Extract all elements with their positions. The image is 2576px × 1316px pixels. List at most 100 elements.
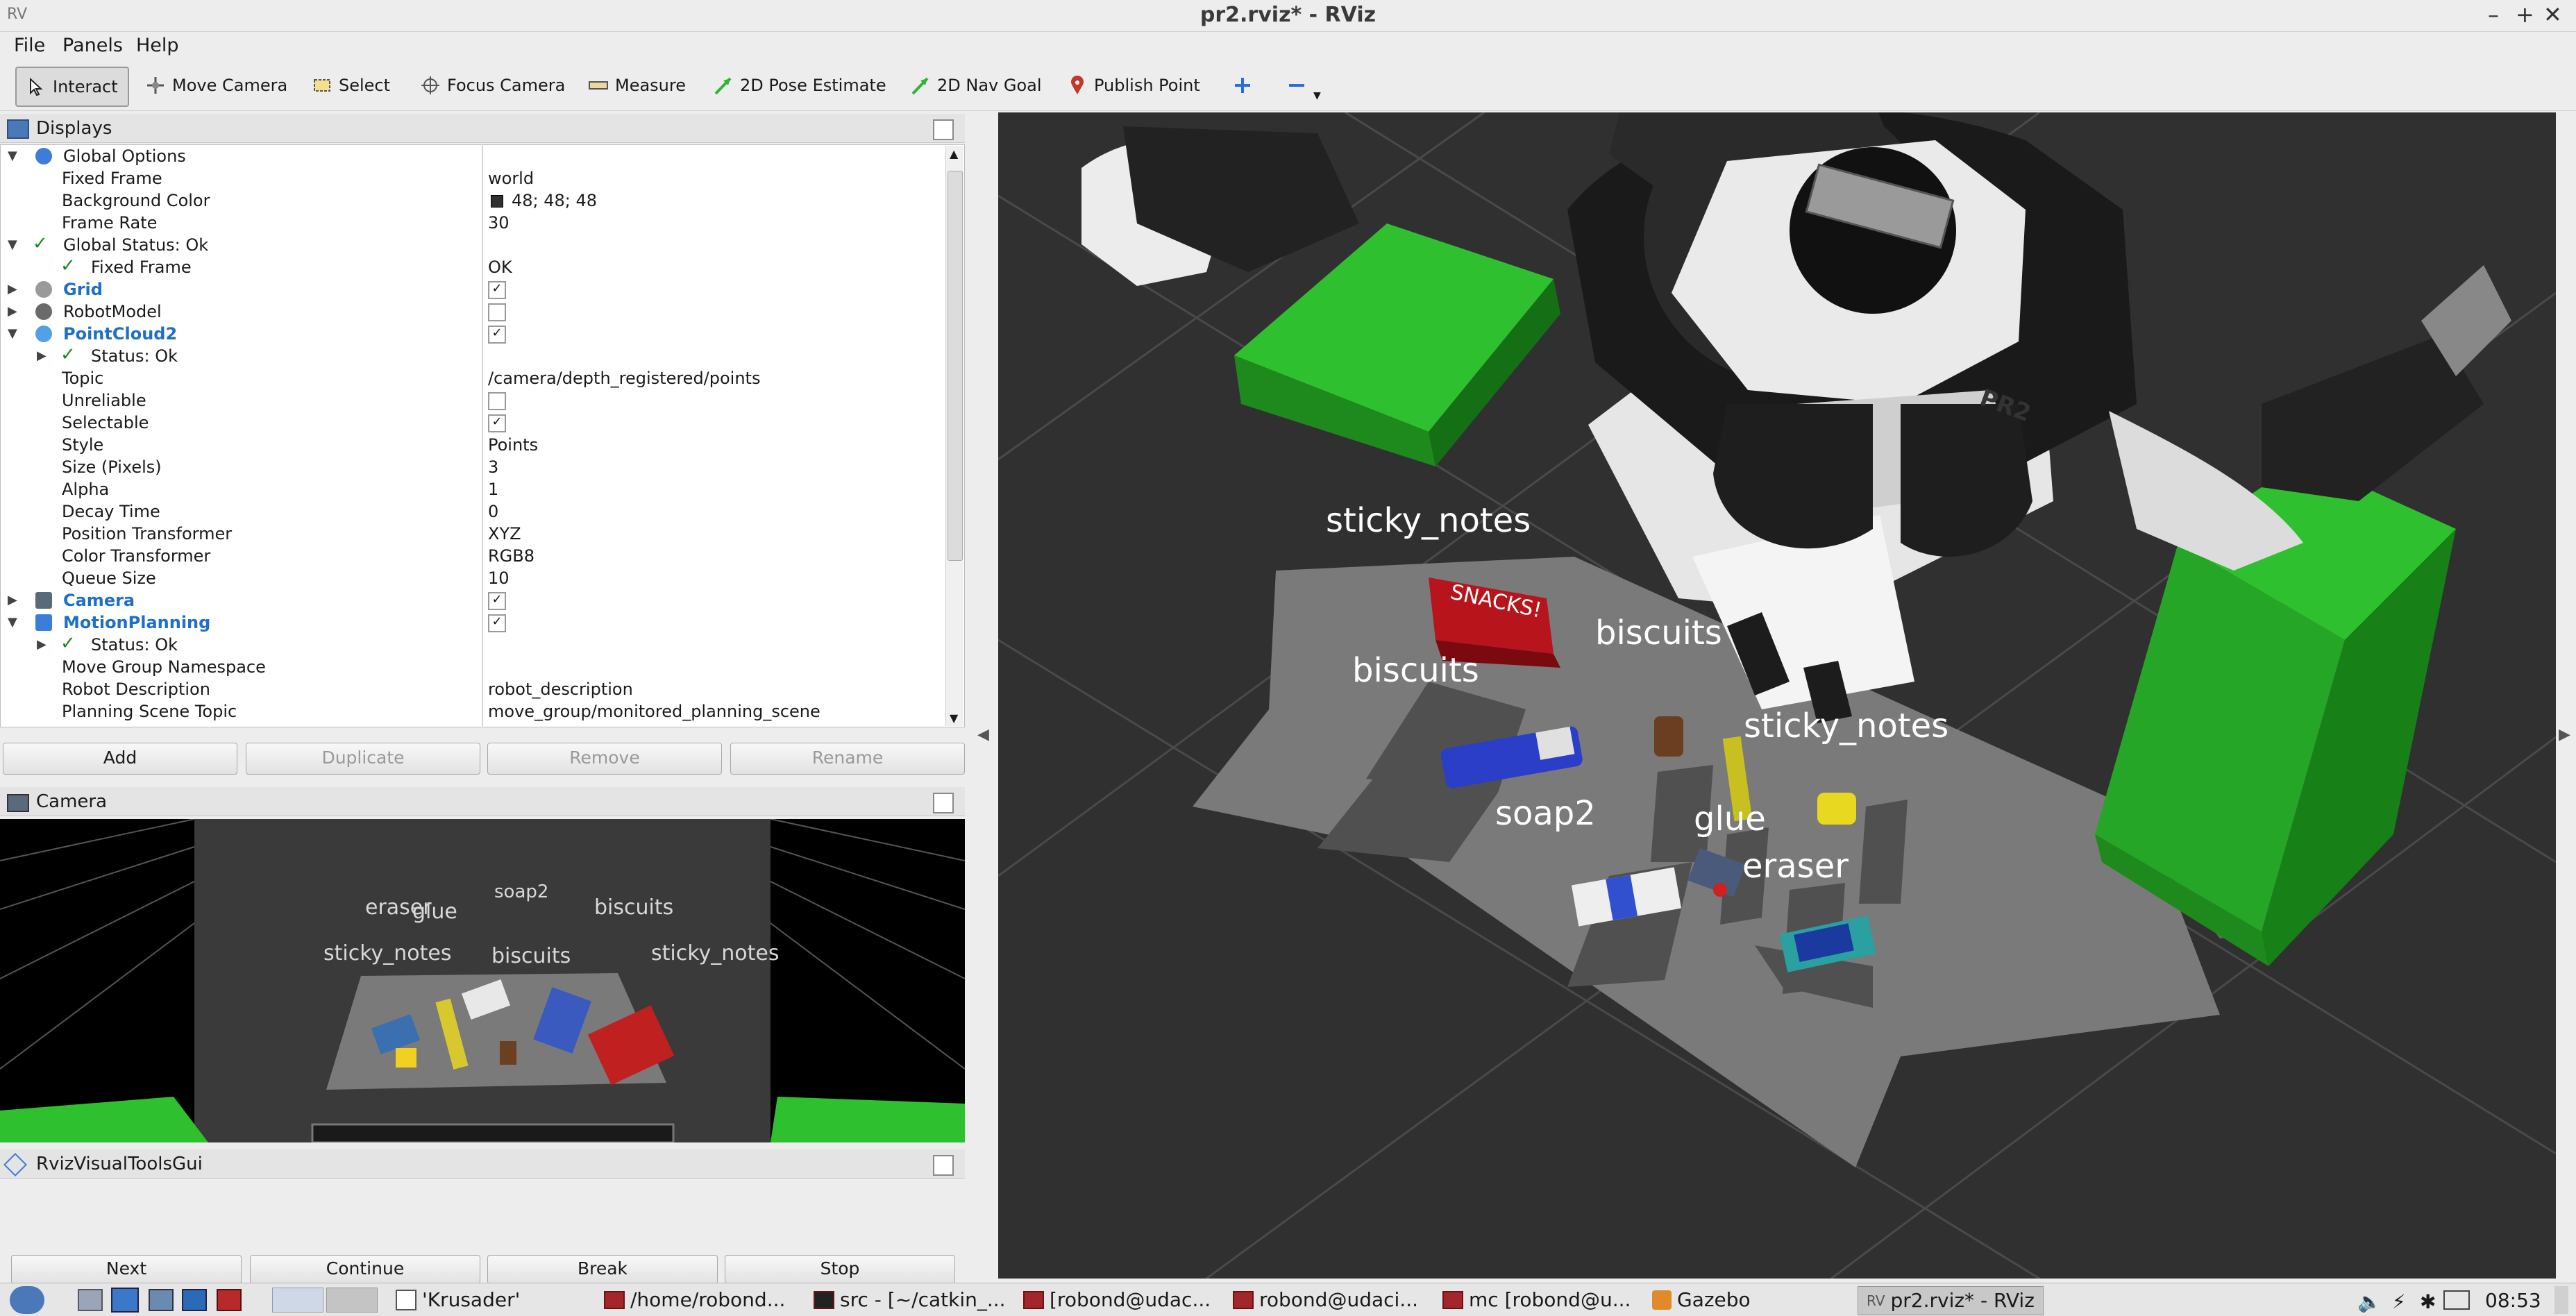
tool-2d-pose-estimate[interactable]: 2D Pose Estimate [704,67,896,104]
show-desktop-button[interactable] [2554,1286,2568,1314]
taskbar-item-robond-udac-2[interactable]: robond@udaci... [1233,1288,1418,1313]
start-menu-icon[interactable] [10,1286,44,1314]
menu-file[interactable]: File [14,35,45,56]
tree-row-alpha[interactable]: Alpha 1 [1,478,943,500]
remove-tool-button[interactable]: ▼ [1277,67,1331,104]
scrollbar-thumb[interactable] [948,171,963,561]
rename-display-button[interactable]: Rename [730,743,965,775]
menu-panels[interactable]: Panels [62,35,123,56]
workspace-1[interactable] [272,1288,323,1313]
tree-row-color-transformer[interactable]: Color Transformer RGB8 [1,545,943,567]
taskbar-item-krusader[interactable]: 'Krusader' [396,1288,520,1313]
tree-row-selectable[interactable]: Selectable ✓ [1,412,943,434]
break-button[interactable]: Break [487,1255,718,1284]
displays-scrollbar[interactable]: ▲ ▼ [945,146,963,726]
tree-row-pointcloud2[interactable]: ▼ PointCloud2 ✓ [1,323,943,345]
camera-panel-float-toggle[interactable] [933,793,954,813]
next-button[interactable]: Next [11,1255,242,1284]
desktop-icon[interactable] [78,1289,103,1311]
selectable-checkbox[interactable]: ✓ [488,414,506,432]
tree-row-frame-rate[interactable]: Frame Rate 30 [1,212,943,234]
add-display-button[interactable]: Add [3,743,237,775]
pointcloud2-enable-checkbox[interactable]: ✓ [488,326,506,344]
file-manager-icon[interactable] [149,1289,174,1311]
tool-2d-nav-goal[interactable]: 2D Nav Goal [901,67,1052,104]
3d-render-view[interactable]: PR2 SNACKS! sticky_notes biscuits biscui… [998,112,2556,1279]
tool-move-camera[interactable]: Move Camera [136,67,297,104]
tool-select[interactable]: Select [303,67,400,104]
expand-arrow-icon[interactable]: ▼ [8,323,17,345]
clock[interactable]: 08:53 [2485,1289,2541,1312]
remove-display-button[interactable]: Remove [487,743,722,775]
add-tool-button[interactable] [1223,67,1262,104]
tool-measure[interactable]: Measure [579,67,696,104]
terminal-icon[interactable] [217,1289,242,1311]
tree-row-robot-model[interactable]: ▶ RobotModel [1,301,943,323]
workspace-2[interactable] [326,1288,378,1313]
column-separator[interactable] [482,144,483,727]
bluetooth-icon[interactable]: ✱ [2420,1290,2436,1313]
tool-publish-point[interactable]: Publish Point [1058,67,1210,104]
unreliable-checkbox[interactable] [488,392,506,410]
tool-focus-camera[interactable]: Focus Camera [411,67,575,104]
tree-row-move-group-namespace[interactable]: Move Group Namespace [1,656,943,678]
collapse-right-arrow-icon[interactable]: ▶ [2559,726,2570,743]
collapse-left-arrow-icon[interactable]: ◀ [977,726,989,743]
tool-interact[interactable]: Interact [15,67,129,107]
tree-row-planning-scene-topic[interactable]: Planning Scene Topic move_group/monitore… [1,700,943,723]
maximize-button[interactable]: + [2516,1,2534,28]
tree-row-global-status[interactable]: ▼ ✓ Global Status: Ok [1,233,943,256]
displays-panel-float-toggle[interactable] [933,119,954,140]
tree-row-fixed-frame[interactable]: Fixed Frame world [1,167,943,189]
taskbar-item-home-robond[interactable]: /home/robond... [604,1288,785,1313]
stop-button[interactable]: Stop [725,1255,955,1284]
cursor-launcher-icon[interactable] [111,1288,139,1313]
collapse-arrow-icon[interactable]: ▶ [37,345,47,367]
tree-row-global-options[interactable]: ▼ Global Options [1,145,943,167]
tree-row-decay-time[interactable]: Decay Time 0 [1,500,943,523]
scroll-down-icon[interactable]: ▼ [950,711,958,725]
tree-row-camera[interactable]: ▶ Camera ✓ [1,589,943,611]
robotmodel-enable-checkbox[interactable] [488,303,506,321]
collapse-arrow-icon[interactable]: ▶ [8,278,17,301]
taskbar-item-mc-robond[interactable]: mc [robond@u... [1442,1288,1631,1313]
tree-row-pointcloud-status[interactable]: ▶ ✓ Status: Ok [1,344,943,367]
rviz-visual-tools-float-toggle[interactable] [933,1155,954,1176]
expand-arrow-icon[interactable]: ▼ [8,611,17,634]
tree-row-style[interactable]: Style Points [1,434,943,456]
taskbar-item-gazebo[interactable]: Gazebo [1652,1288,1751,1313]
tree-row-motion-planning[interactable]: ▼ MotionPlanning ✓ [1,611,943,634]
expand-arrow-icon[interactable]: ▼ [8,234,17,256]
collapse-arrow-icon[interactable]: ▶ [8,301,17,323]
tree-row-grid[interactable]: ▶ Grid ✓ [1,278,943,301]
scroll-up-icon[interactable]: ▲ [950,147,958,160]
duplicate-display-button[interactable]: Duplicate [246,743,480,775]
camera-image-view[interactable]: eraser glue soap2 biscuits sticky_notes … [0,819,965,1142]
tree-row-robot-description[interactable]: Robot Description robot_description [1,678,943,700]
motionplanning-enable-checkbox[interactable]: ✓ [488,614,506,632]
menu-help[interactable]: Help [136,35,179,56]
power-icon[interactable]: ⚡ [2392,1290,2406,1313]
minimize-button[interactable]: – [2488,1,2499,28]
tree-row-background-color[interactable]: Background Color 48; 48; 48 [1,189,943,212]
collapse-arrow-icon[interactable]: ▶ [37,634,47,656]
tree-row-size-pixels[interactable]: Size (Pixels) 3 [1,456,943,478]
camera-enable-checkbox[interactable]: ✓ [488,592,506,610]
network-icon[interactable] [182,1289,207,1311]
tree-row-unreliable[interactable]: Unreliable [1,389,943,412]
tree-row-motion-status[interactable]: ▶ ✓ Status: Ok [1,633,943,656]
tree-row-topic[interactable]: Topic /camera/depth_registered/points [1,367,943,389]
taskbar-item-rviz-active[interactable]: RV pr2.rviz* - RViz [1858,1286,2044,1315]
collapse-arrow-icon[interactable]: ▶ [8,589,17,611]
taskbar-item-src-catkin[interactable]: src - [~/catkin_... [814,1288,1006,1313]
tree-row-position-transformer[interactable]: Position Transformer XYZ [1,523,943,545]
close-button[interactable]: ✕ [2543,1,2562,28]
display-icon[interactable] [2443,1290,2470,1310]
continue-button[interactable]: Continue [250,1255,480,1284]
expand-arrow-icon[interactable]: ▼ [8,145,17,167]
tree-row-fixed-frame-status[interactable]: ✓ Fixed Frame OK [1,255,943,278]
volume-icon[interactable]: 🔈 [2357,1290,2382,1313]
grid-enable-checkbox[interactable]: ✓ [488,281,506,299]
taskbar-item-robond-udac-1[interactable]: [robond@udac... [1023,1288,1211,1313]
tree-row-queue-size[interactable]: Queue Size 10 [1,567,943,589]
